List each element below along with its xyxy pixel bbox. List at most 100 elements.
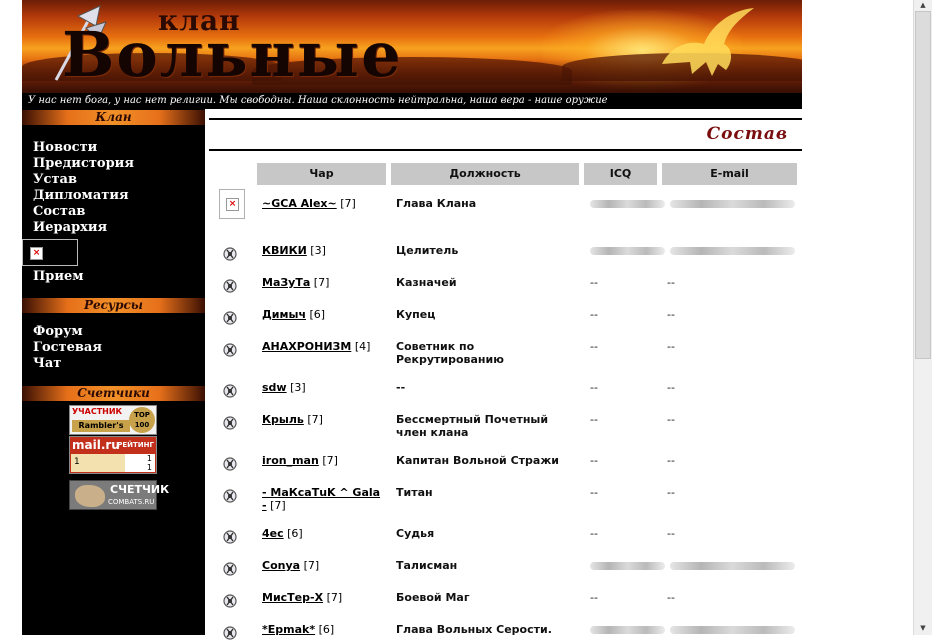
email-redacted xyxy=(670,247,795,255)
mailru-label: РЕЙТИНГ xyxy=(117,441,154,449)
vertical-scrollbar[interactable]: ▲ ▼ xyxy=(913,0,932,635)
sidebar-clan-menu: Новости Предистория Устав Дипломатия Сос… xyxy=(33,140,134,236)
clan-emblem-icon xyxy=(223,247,237,261)
member-email[interactable]: -- xyxy=(667,527,675,540)
sidebar: Клан Новости Предистория Устав Дипломати… xyxy=(22,109,205,635)
member-email[interactable]: -- xyxy=(667,308,675,321)
mailru-value-top: 1 xyxy=(146,454,152,463)
member-email[interactable]: -- xyxy=(667,276,675,289)
member-link[interactable]: iron_man xyxy=(262,454,319,467)
member-name-cell: МаЗуТа [7] xyxy=(262,276,387,289)
member-icq: -- xyxy=(590,276,598,289)
member-level: [7] xyxy=(326,591,343,604)
member-level: [3] xyxy=(290,381,306,394)
member-position: Титан xyxy=(396,486,433,499)
broken-image-icon: × xyxy=(30,247,43,260)
broken-image-mark: × xyxy=(226,198,239,211)
member-level: [7] xyxy=(307,413,323,426)
scroll-down-icon[interactable]: ▼ xyxy=(914,623,932,633)
clan-emblem-icon xyxy=(223,311,237,325)
clan-motto: У нас нет бога, у нас нет религии. Мы св… xyxy=(22,93,802,109)
member-name-cell: sdw [3] xyxy=(262,381,387,394)
combats-sub: COMBATS.RU xyxy=(108,498,155,506)
member-name-cell: МисТер-Х [7] xyxy=(262,591,387,604)
member-level: [7] xyxy=(303,559,320,572)
clan-emblem-icon xyxy=(223,384,237,398)
member-link[interactable]: 4ес xyxy=(262,527,284,540)
sidebar-item-forum[interactable]: Форум xyxy=(33,324,102,340)
sidebar-clan-menu-2: Прием xyxy=(33,269,84,285)
member-link[interactable]: АНАХРОНИЗМ xyxy=(262,340,351,353)
sidebar-head-clan: Клан xyxy=(22,110,205,125)
member-email[interactable]: -- xyxy=(667,381,675,394)
member-icq: -- xyxy=(590,486,598,499)
member-email[interactable]: -- xyxy=(667,486,675,499)
icq-redacted xyxy=(590,562,665,570)
divider xyxy=(209,118,802,120)
pegasus-icon xyxy=(662,8,754,76)
member-icq: -- xyxy=(590,308,598,321)
rambler-line1: УЧАСТНИК xyxy=(72,407,123,416)
member-icq: -- xyxy=(590,340,598,353)
member-name-cell: Крыль [7] xyxy=(262,413,387,426)
combats-title: СЧЕТЧИК xyxy=(110,483,170,496)
email-redacted xyxy=(670,562,795,570)
rambler-counter[interactable]: УЧАСТНИК Rambler's TOP 100 xyxy=(69,405,157,435)
member-level: [7] xyxy=(340,197,356,210)
icq-redacted xyxy=(590,200,665,208)
rambler-badge: TOP 100 xyxy=(129,407,155,433)
member-link[interactable]: sdw xyxy=(262,381,287,394)
member-link[interactable]: Conya xyxy=(262,559,300,572)
scroll-up-icon[interactable]: ▲ xyxy=(914,0,932,10)
member-email[interactable]: -- xyxy=(667,340,675,353)
sidebar-item-hierarchy[interactable]: Иерархия xyxy=(33,220,134,236)
member-link[interactable]: МаЗуТа xyxy=(262,276,310,289)
mailru-counter[interactable]: mail.ru РЕЙТИНГ 1 11 xyxy=(69,436,157,474)
sidebar-item-roster[interactable]: Состав xyxy=(33,204,134,220)
member-level: [3] xyxy=(310,244,326,257)
scrollbar-thumb[interactable] xyxy=(915,11,931,359)
sidebar-item-diplomacy[interactable]: Дипломатия xyxy=(33,188,134,204)
clan-emblem-icon xyxy=(223,594,237,608)
col-header-email: E-mail xyxy=(662,163,797,185)
member-level: [7] xyxy=(270,499,286,512)
member-link[interactable]: КВИКИ xyxy=(262,244,307,257)
member-email[interactable]: -- xyxy=(667,413,675,426)
member-email[interactable]: -- xyxy=(667,454,675,467)
email-redacted xyxy=(670,200,795,208)
sidebar-item-chat[interactable]: Чат xyxy=(33,356,102,372)
member-level: [4] xyxy=(354,340,371,353)
clan-emblem-icon xyxy=(223,489,237,503)
member-position: -- xyxy=(396,381,406,394)
clan-banner: клан Вольные xyxy=(22,0,802,93)
member-link[interactable]: Димыч xyxy=(262,308,306,321)
member-level: [7] xyxy=(322,454,338,467)
sidebar-item-guestbook[interactable]: Гостевая xyxy=(33,340,102,356)
clan-emblem-icon xyxy=(223,626,237,640)
sidebar-item-news[interactable]: Новости xyxy=(33,140,134,156)
col-header-position: Должность xyxy=(391,163,579,185)
email-redacted xyxy=(670,626,795,634)
member-link[interactable]: Крыль xyxy=(262,413,304,426)
member-position: Судья xyxy=(396,527,435,540)
sidebar-item-charter[interactable]: Устав xyxy=(33,172,134,188)
sidebar-item-history[interactable]: Предистория xyxy=(33,156,134,172)
member-position: Капитан Вольной Стражи xyxy=(396,454,559,467)
sidebar-item-admission[interactable]: Прием xyxy=(33,269,84,285)
sidebar-head-resources: Ресурсы xyxy=(22,298,205,313)
icq-redacted xyxy=(590,626,665,634)
banner-title: Вольные xyxy=(62,18,403,91)
col-header-char: Чар xyxy=(257,163,386,185)
member-name-cell: АНАХРОНИЗМ [4] xyxy=(262,340,387,353)
member-level: [7] xyxy=(313,276,330,289)
member-link[interactable]: ~GCA Alex~ xyxy=(262,197,337,210)
mailru-value-bottom: 1 xyxy=(146,463,152,472)
combats-counter[interactable]: СЧЕТЧИК COMBATS.RU xyxy=(69,480,169,510)
member-email[interactable]: -- xyxy=(667,591,675,604)
dragon-icon xyxy=(75,485,105,507)
member-link[interactable]: *Epmak* xyxy=(262,623,315,636)
member-link[interactable]: МисТер-Х xyxy=(262,591,323,604)
member-level: [6] xyxy=(287,527,303,540)
member-icq: -- xyxy=(590,527,598,540)
member-position: Целитель xyxy=(396,244,459,257)
